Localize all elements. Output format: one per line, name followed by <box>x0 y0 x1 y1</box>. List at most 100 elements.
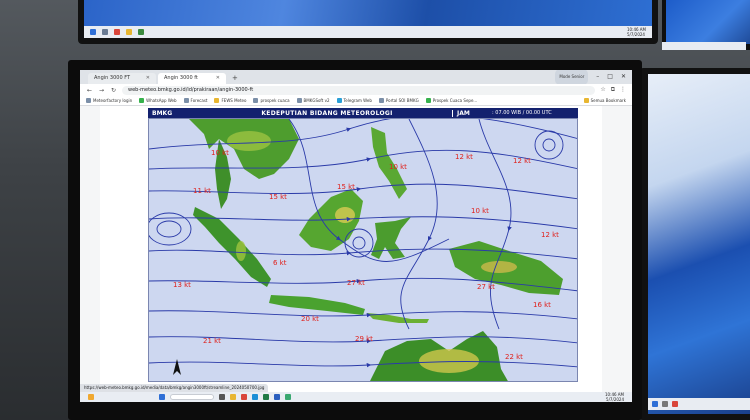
sumatra-highland <box>236 241 246 261</box>
top-clock: 10:46 AM 5/7/2024 <box>627 27 646 37</box>
task-view-icon[interactable] <box>219 394 225 400</box>
bookmark-label: Meteorfactory login <box>93 98 133 103</box>
taskbar-clock[interactable]: 10:46 AM 5/7/2024 <box>605 392 624 402</box>
word-icon[interactable] <box>274 394 280 400</box>
tab-label: Angin 3000 FT <box>94 75 131 81</box>
browser-tab-active[interactable]: Angin 3000 ft ✕ <box>158 73 226 84</box>
wind-speed-label: 12 kt <box>455 153 473 161</box>
top-monitor-taskbar: 10:46 AM 5/7/2024 <box>84 26 652 38</box>
top-clock-date: 5/7/2024 <box>627 32 645 37</box>
close-tab-icon[interactable]: ✕ <box>216 73 220 84</box>
bookmark-favicon-icon <box>425 98 431 103</box>
main-monitor: Angin 3000 FT ✕ Angin 3000 ft ✕ + Mode S… <box>68 60 642 420</box>
bookmark-item[interactable]: prospek cuaca <box>253 98 290 103</box>
borneo-highland <box>335 207 355 223</box>
chrome-icon[interactable] <box>241 394 247 400</box>
streamline-map[interactable]: 10 kt 11 kt 15 kt 15 kt 10 kt 12 kt 12 k… <box>148 118 578 382</box>
profile-chip[interactable]: Mode Senior <box>555 70 589 85</box>
bookmark-item[interactable]: Telegram Web <box>336 98 372 103</box>
right-top-monitor-taskbar <box>662 42 746 50</box>
wind-speed-label: 12 kt <box>541 231 559 239</box>
bookmark-favicon-icon <box>139 98 145 103</box>
start-icon[interactable] <box>159 394 165 400</box>
start-icon[interactable] <box>90 29 96 35</box>
bookmark-favicon-icon <box>86 98 91 103</box>
time-label: : 07.00 WIB / 00.00 UTC <box>492 110 552 116</box>
back-icon[interactable]: ← <box>86 87 93 94</box>
bookmark-label: Telegram Web <box>343 98 372 103</box>
address-text: web-meteo.bmkg.go.id/id/prakiraan/angin-… <box>128 86 254 93</box>
all-bookmarks-label: Semua Bookmark <box>590 98 626 103</box>
right-top-monitor-screen <box>666 0 750 44</box>
page-content: BMKG KEDEPUTIAN BIDANG METEOROLOGI JAM :… <box>80 106 632 392</box>
top-monitor: 10:46 AM 5/7/2024 <box>78 0 658 44</box>
wind-speed-label: 12 kt <box>513 157 531 165</box>
bookmark-item[interactable]: Portal SOI BMKG <box>378 98 419 103</box>
star-icon[interactable]: ☆ <box>600 86 605 94</box>
bookmark-item[interactable]: WhatsApp Web <box>139 98 177 103</box>
agency-label: BMKG <box>152 109 173 117</box>
forward-icon[interactable]: → <box>98 87 105 94</box>
wind-speed-label: 11 kt <box>193 187 211 195</box>
jam-label: JAM <box>452 109 492 117</box>
bookmark-item[interactable]: BMKGSoft v2 <box>296 98 330 103</box>
right-monitor-screen <box>648 74 750 414</box>
folder-icon[interactable] <box>230 394 236 400</box>
tab-label: Angin 3000 ft <box>164 75 198 81</box>
bookmark-label: WhatsApp Web <box>146 98 177 103</box>
address-bar[interactable]: web-meteo.bmkg.go.id/id/prakiraan/angin-… <box>122 85 596 95</box>
bookmark-item[interactable]: Meteorfactory login <box>86 98 132 103</box>
close-window-icon[interactable]: ✕ <box>621 70 626 84</box>
reload-icon[interactable]: ↻ <box>110 87 117 94</box>
bookmarks-bar: Meteorfactory login WhatsApp Web Forecas… <box>80 96 632 106</box>
excel-icon[interactable] <box>263 394 269 400</box>
status-bar-url: https://web-meteo.bmkg.go.id/media/data/… <box>80 384 269 392</box>
bookmark-item[interactable]: Prospek Cuaca Sepe... <box>425 98 477 103</box>
folder-icon[interactable] <box>126 29 132 35</box>
all-bookmarks[interactable]: Semua Bookmark <box>583 98 626 103</box>
wind-speed-label: 29 kt <box>355 335 373 343</box>
wind-speed-label: 10 kt <box>211 149 229 157</box>
main-screen: Angin 3000 FT ✕ Angin 3000 ft ✕ + Mode S… <box>80 70 632 402</box>
chrome-icon[interactable] <box>672 401 678 407</box>
page-right-margin <box>602 106 632 392</box>
window-controls: Mode Senior – □ ✕ <box>555 70 632 85</box>
search-icon[interactable] <box>662 401 668 407</box>
search-icon[interactable] <box>102 29 108 35</box>
wind-speed-label: 16 kt <box>533 301 551 309</box>
browser-tab-bar: Angin 3000 FT ✕ Angin 3000 ft ✕ + Mode S… <box>80 70 632 85</box>
wind-speed-label: 27 kt <box>347 279 365 287</box>
browser-tab[interactable]: Angin 3000 FT ✕ <box>88 73 156 84</box>
bookmark-label: Forecast <box>190 98 208 103</box>
taskbar-search[interactable] <box>170 394 214 400</box>
new-tab-button[interactable]: + <box>228 73 242 84</box>
bookmark-label: Portal SOI BMKG <box>385 98 419 103</box>
wind-speed-label: 10 kt <box>389 163 407 171</box>
papua-highland <box>481 261 517 273</box>
indochina-highland <box>227 131 271 151</box>
right-monitor-taskbar <box>648 398 750 410</box>
app-icon[interactable] <box>138 29 144 35</box>
minimize-icon[interactable]: – <box>596 70 599 84</box>
clock-date: 5/7/2024 <box>606 397 624 402</box>
start-icon[interactable] <box>652 401 658 407</box>
close-tab-icon[interactable]: ✕ <box>146 73 150 84</box>
wind-speed-label: 15 kt <box>337 183 355 191</box>
page-left-margin <box>80 106 100 392</box>
folder-icon <box>583 98 589 103</box>
weather-icon[interactable] <box>88 394 94 400</box>
app-icon[interactable] <box>285 394 291 400</box>
maximize-icon[interactable]: □ <box>607 70 613 84</box>
right-top-monitor <box>662 0 750 50</box>
chrome-icon[interactable] <box>114 29 120 35</box>
extensions-icon[interactable]: ⧉ <box>611 86 615 94</box>
bookmark-item[interactable]: Forecast <box>183 98 208 103</box>
menu-icon[interactable]: ⋮ <box>620 86 626 94</box>
bookmark-item[interactable]: FEWS Meteo <box>214 98 246 103</box>
windows-taskbar: 10:46 AM 5/7/2024 <box>80 392 632 402</box>
bookmark-favicon-icon <box>378 98 384 103</box>
wind-speed-label: 21 kt <box>203 337 221 345</box>
edge-icon[interactable] <box>252 394 258 400</box>
bookmark-label: BMKGSoft v2 <box>303 98 330 103</box>
top-monitor-screen: 10:46 AM 5/7/2024 <box>84 0 652 38</box>
